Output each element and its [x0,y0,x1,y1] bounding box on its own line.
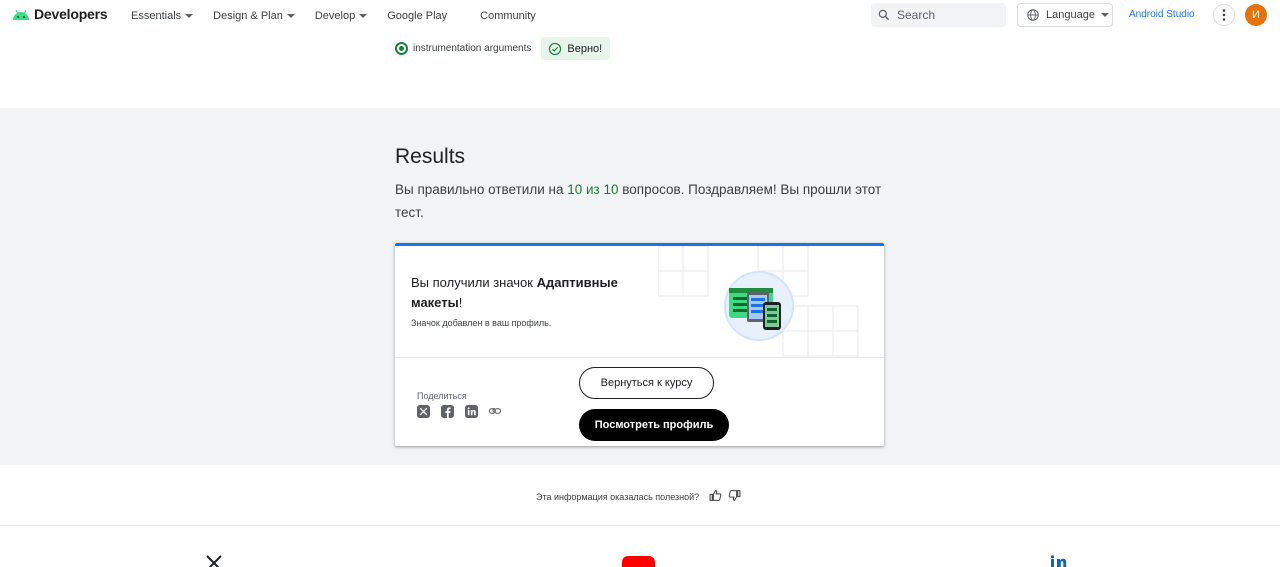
quiz-answer-row: instrumentation arguments Верно! [395,37,611,60]
results-title: Results [395,145,466,168]
thumb-down-icon [728,490,741,501]
youtube-social-icon[interactable] [622,556,655,567]
badge-note: Значок добавлен в ваш профиль. [411,318,552,328]
language-label: Language [1046,9,1095,21]
search-box[interactable] [871,3,1006,27]
brand-name: Developers [34,6,108,22]
correct-answer-label: Верно! [567,42,603,55]
nav-item-label: Google Play [387,9,448,22]
nav-item-label: Essentials [131,9,182,22]
user-avatar[interactable]: И [1245,4,1267,26]
search-input[interactable] [897,8,997,22]
return-to-course-button[interactable]: Вернуться к курсу [579,367,714,399]
nav-item-google-play[interactable]: Google Play [387,10,447,22]
results-text-before: Вы правильно ответили на [395,182,568,197]
correct-answer-badge: Верно! [541,37,611,60]
nav-item-design-plan[interactable]: Design & Plan [213,10,295,22]
nav-item-develop[interactable]: Develop [314,9,368,22]
badge-card-header: Вы получили значок Адаптивные макеты! Зн… [395,246,884,358]
results-summary: Вы правильно ответили на 10 из 10 вопрос… [395,178,895,224]
answer-label: instrumentation arguments [413,43,532,54]
badge-card: Вы получили значок Адаптивные макеты! Зн… [395,243,884,446]
x-social-icon[interactable] [205,553,223,567]
nav-item-community[interactable]: Community [480,10,536,22]
top-app-bar: Developers Essentials Design & Plan Deve… [0,0,1280,31]
caret-down-icon [286,13,295,18]
language-selector[interactable]: Language [1017,3,1113,27]
selected-radio-icon [395,42,408,55]
badge-title-suffix: ! [458,295,463,310]
caret-down-icon [359,13,368,18]
linkedin-icon[interactable] [464,404,478,418]
facebook-icon[interactable] [440,404,454,418]
thumb-down-button[interactable] [728,489,741,504]
check-circle-icon [549,42,562,55]
caret-down-icon [185,13,194,18]
share-icons [416,404,502,418]
nav-item-essentials[interactable]: Essentials [131,9,194,22]
view-profile-button[interactable]: Посмотреть профиль [579,409,729,441]
caret-down-icon [1100,13,1109,17]
feedback-question: Эта информация оказалась полезной? [536,491,700,502]
main-nav: Essentials Design & Plan Develop Google … [131,0,556,31]
developers-logo-link[interactable]: Developers [12,6,108,22]
globe-icon [1027,9,1039,21]
badge-title-prefix: Вы получили значок [411,275,537,290]
nav-item-label: Develop [314,9,356,22]
android-logo-icon [13,9,29,20]
page-feedback: Эта информация оказалась полезной? [536,489,741,504]
nav-item-label: Design & Plan [213,9,283,22]
nav-item-label: Community [480,9,536,22]
footer-divider [0,525,1280,526]
android-studio-link[interactable]: Android Studio [1129,9,1195,20]
linkedin-social-icon[interactable] [1050,555,1076,567]
results-score: 10 из 10 [567,182,619,197]
share-label: Поделиться [417,391,467,401]
badge-title: Вы получили значок Адаптивные макеты! [411,273,651,313]
more-options-button[interactable] [1213,4,1235,26]
x-icon[interactable] [416,404,430,418]
link-icon[interactable] [488,404,502,418]
adaptive-layouts-badge-icon [724,271,794,341]
thumb-up-button[interactable] [709,489,722,504]
more-vert-icon [1222,9,1226,21]
search-icon [878,9,890,21]
thumb-up-icon [709,490,722,501]
